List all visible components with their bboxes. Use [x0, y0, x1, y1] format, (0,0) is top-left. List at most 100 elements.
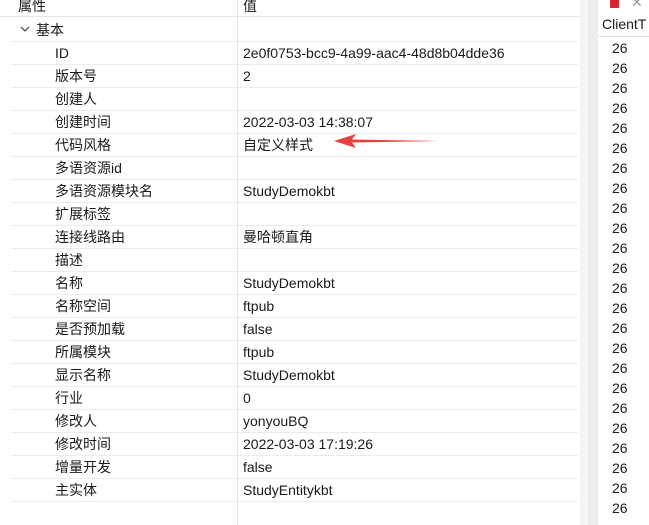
table-row[interactable]: 名称空间 ftpub	[0, 294, 580, 317]
minimize-icon[interactable]	[610, 0, 619, 8]
property-name-cell[interactable]: 所属模块	[12, 340, 237, 363]
property-value-cell[interactable]: StudyEntitykbt	[238, 478, 578, 501]
list-item[interactable]: 26	[598, 498, 649, 518]
property-value-cell[interactable]	[238, 156, 578, 179]
table-row[interactable]: 多语资源模块名 StudyDemokbt	[0, 179, 580, 202]
property-value-cell[interactable]	[238, 202, 578, 225]
property-name-cell[interactable]: 修改人	[12, 409, 237, 432]
property-name-cell[interactable]: 是否预加载	[12, 317, 237, 340]
property-name-cell[interactable]: 多语资源模块名	[12, 179, 237, 202]
table-row[interactable]: 版本号 2	[0, 64, 580, 87]
header-value[interactable]: 值	[243, 0, 257, 16]
table-row[interactable]: 是否预加载 false	[0, 317, 580, 340]
list-item[interactable]: 26	[598, 218, 649, 238]
property-name-cell[interactable]: 名称空间	[12, 294, 237, 317]
panel-splitter[interactable]	[588, 0, 598, 525]
list-item[interactable]: 26	[598, 178, 649, 198]
side-column-header[interactable]: ClientT	[602, 14, 646, 34]
list-item[interactable]: 26	[598, 98, 649, 118]
table-row[interactable]: 所属模块 ftpub	[0, 340, 580, 363]
property-value-cell[interactable]: 2e0f0753-bcc9-4a99-aac4-48d8b04dde36	[238, 41, 578, 64]
property-name-cell[interactable]: 显示名称	[12, 363, 237, 386]
property-name-cell[interactable]: 名称	[12, 271, 237, 294]
list-item[interactable]: 26	[598, 398, 649, 418]
table-row[interactable]: 修改人 yonyouBQ	[0, 409, 580, 432]
close-icon[interactable]: ✕	[631, 0, 643, 10]
property-name-cell[interactable]: 代码风格	[12, 133, 237, 156]
property-name-cell[interactable]: 增量开发	[12, 455, 237, 478]
list-item[interactable]: 26	[598, 278, 649, 298]
property-name-cell[interactable]: 扩展标签	[12, 202, 237, 225]
table-row[interactable]: 扩展标签	[0, 202, 580, 225]
list-item[interactable]: 26	[598, 138, 649, 158]
table-row[interactable]: 描述	[0, 248, 580, 271]
property-value-cell[interactable]: 2	[238, 64, 578, 87]
group-row-basic[interactable]: 基本	[0, 19, 580, 42]
table-row[interactable]: 增量开发 false	[0, 455, 580, 478]
list-item[interactable]: 26	[598, 58, 649, 78]
side-header-divider	[598, 36, 649, 37]
property-value: 2022-03-03 14:38:07	[243, 114, 373, 130]
property-name-cell[interactable]: ID	[12, 41, 237, 64]
property-name: 版本号	[55, 68, 97, 84]
list-item[interactable]: 26	[598, 358, 649, 378]
list-item[interactable]: 26	[598, 338, 649, 358]
list-item[interactable]: 26	[598, 318, 649, 338]
property-name-cell[interactable]: 修改时间	[12, 432, 237, 455]
property-value-cell[interactable]: 2022-03-03 17:19:26	[238, 432, 578, 455]
property-name-cell[interactable]: 主实体	[12, 478, 237, 501]
property-name-cell[interactable]: 描述	[12, 248, 237, 271]
vertical-scrollbar[interactable]	[580, 0, 588, 525]
property-value-cell[interactable]: 曼哈顿直角	[238, 225, 578, 248]
property-value-cell[interactable]: yonyouBQ	[238, 409, 578, 432]
table-row[interactable]: 主实体 StudyEntitykbt	[0, 478, 580, 501]
list-item[interactable]: 26	[598, 378, 649, 398]
list-item[interactable]: 26	[598, 158, 649, 178]
list-item[interactable]: 26	[598, 438, 649, 458]
side-toolbar: ✕	[598, 0, 649, 10]
table-row[interactable]: 连接线路由 曼哈顿直角	[0, 225, 580, 248]
table-row[interactable]: 创建时间 2022-03-03 14:38:07	[0, 110, 580, 133]
list-item[interactable]: 26	[598, 298, 649, 318]
list-item[interactable]: 26	[598, 78, 649, 98]
property-name-cell[interactable]: 版本号	[12, 64, 237, 87]
table-row[interactable]: 显示名称 StudyDemokbt	[0, 363, 580, 386]
table-row[interactable]: 修改时间 2022-03-03 17:19:26	[0, 432, 580, 455]
property-value-cell[interactable]	[238, 87, 578, 110]
property-name-cell[interactable]: 多语资源id	[12, 156, 237, 179]
list-item[interactable]: 26	[598, 198, 649, 218]
property-name-cell[interactable]: 连接线路由	[12, 225, 237, 248]
property-name-cell[interactable]: 行业	[12, 386, 237, 409]
property-value: false	[243, 459, 273, 475]
property-name-cell[interactable]: 创建时间	[12, 110, 237, 133]
list-item[interactable]: 26	[598, 118, 649, 138]
table-row[interactable]: 创建人	[0, 87, 580, 110]
chevron-down-icon[interactable]	[19, 23, 31, 35]
property-value-cell[interactable]: StudyDemokbt	[238, 271, 578, 294]
table-row[interactable]: 行业 0	[0, 386, 580, 409]
table-row[interactable]: 多语资源id	[0, 156, 580, 179]
table-row[interactable]: ID 2e0f0753-bcc9-4a99-aac4-48d8b04dde36	[0, 41, 580, 64]
property-value-cell[interactable]: 2022-03-03 14:38:07	[238, 110, 578, 133]
property-value-cell[interactable]: ftpub	[238, 294, 578, 317]
property-value-cell[interactable]: false	[238, 455, 578, 478]
list-item[interactable]: 26	[598, 458, 649, 478]
property-name-cell[interactable]: 创建人	[12, 87, 237, 110]
table-row[interactable]: 名称 StudyDemokbt	[0, 271, 580, 294]
property-value-cell[interactable]: 0	[238, 386, 578, 409]
property-name: 主实体	[55, 482, 97, 498]
property-value-cell[interactable]: StudyDemokbt	[238, 179, 578, 202]
list-item[interactable]: 26	[598, 418, 649, 438]
list-item[interactable]: 26	[598, 238, 649, 258]
property-value-cell[interactable]: false	[238, 317, 578, 340]
property-value-cell[interactable]: ftpub	[238, 340, 578, 363]
list-item[interactable]: 26	[598, 258, 649, 278]
property-value: false	[243, 321, 273, 337]
table-row[interactable]: 代码风格 自定义样式	[0, 133, 580, 156]
header-property[interactable]: 属性	[18, 0, 46, 16]
property-value-cell[interactable]	[238, 248, 578, 271]
property-value-cell[interactable]: StudyDemokbt	[238, 363, 578, 386]
property-value: 2022-03-03 17:19:26	[243, 436, 373, 452]
list-item[interactable]: 26	[598, 478, 649, 498]
list-item[interactable]: 26	[598, 38, 649, 58]
